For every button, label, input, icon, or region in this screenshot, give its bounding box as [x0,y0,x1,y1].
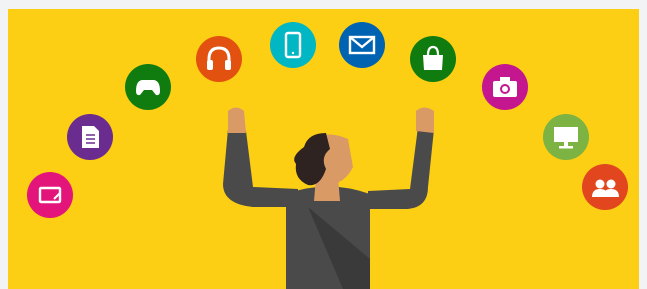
icon-circle [196,36,242,82]
monitor-app-badge[interactable] [543,114,589,160]
people-app-badge[interactable] [582,164,628,210]
page-frame [0,0,647,289]
camera-app-badge[interactable] [482,64,528,110]
smartphone-app-badge[interactable] [270,22,316,68]
headphones-app-badge[interactable] [196,36,242,82]
document-app-badge[interactable] [67,114,113,160]
store-bag-app-badge[interactable] [410,36,456,82]
left-hand [228,107,246,133]
icon-circle [270,22,316,68]
right-hand [416,107,434,133]
hero-illustration [8,9,639,289]
document-icon [82,126,99,148]
tablet-pen-app-badge[interactable] [27,172,73,218]
xbox-controller-app-badge[interactable] [125,64,171,110]
icon-circle [27,172,73,218]
icon-circle [582,164,628,210]
mail-app-badge[interactable] [339,22,385,68]
icon-circle [339,22,385,68]
illustration-canvas [8,9,639,289]
